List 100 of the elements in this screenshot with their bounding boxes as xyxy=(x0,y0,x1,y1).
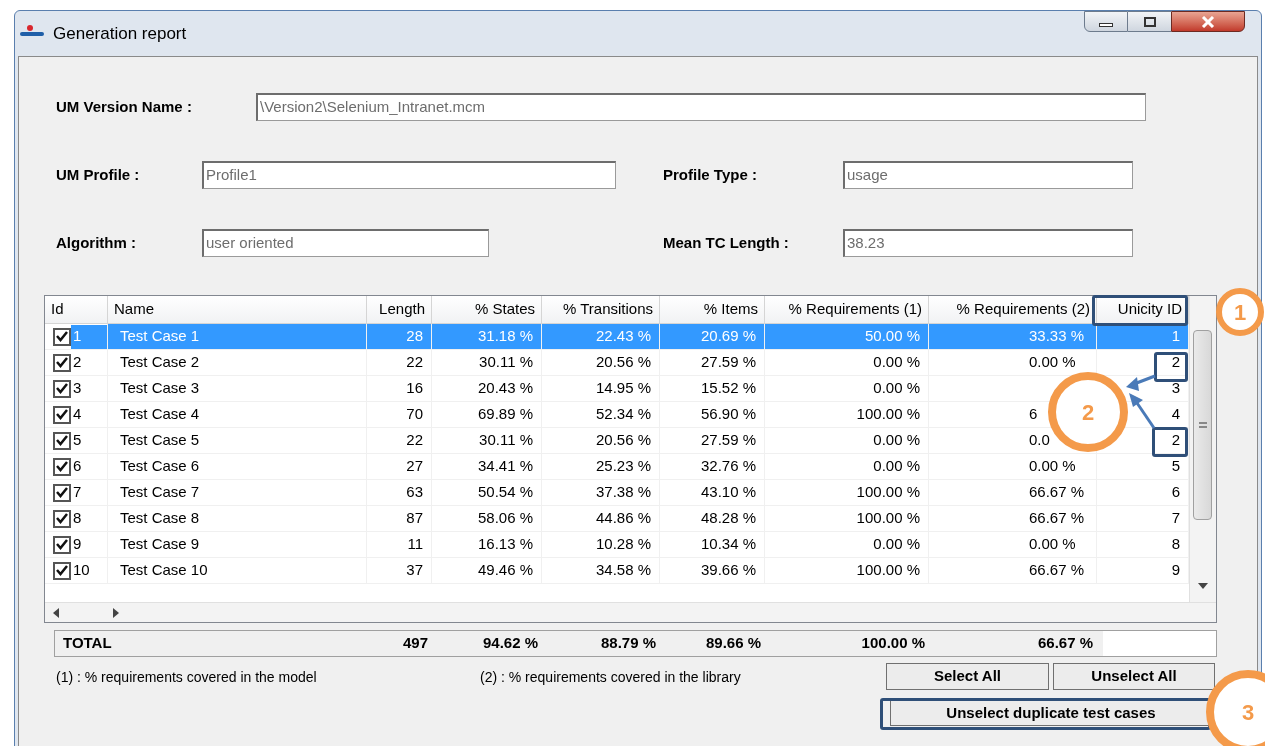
checkbox[interactable] xyxy=(53,483,71,502)
table-cell: 1 xyxy=(71,324,107,349)
table-cell-text: 30.11 % xyxy=(479,352,533,373)
table-cell-text: 6 xyxy=(1029,404,1038,425)
table-cell-text: 58.06 % xyxy=(477,508,533,529)
table-cell-text: 30.11 % xyxy=(479,430,533,451)
table-cell-text: 0.00 % xyxy=(873,456,920,477)
scrollbar-thumb[interactable] xyxy=(1193,330,1212,520)
total-value: 88.79 % xyxy=(599,633,657,654)
close-icon xyxy=(1201,15,1215,28)
table-cell-text: 0.00 % xyxy=(1029,534,1076,555)
text-field[interactable]: usage xyxy=(843,161,1133,189)
table-cell-text: 39.66 % xyxy=(700,560,756,581)
table-cell-text: 3 xyxy=(72,378,83,399)
vertical-scrollbar[interactable] xyxy=(1189,296,1216,602)
table-cell-text: 100.00 % xyxy=(856,404,920,425)
checkbox[interactable] xyxy=(53,457,71,476)
close-button[interactable] xyxy=(1171,11,1245,32)
table-cell-text: 15.52 % xyxy=(700,378,756,399)
table-cell-text: 100.00 % xyxy=(856,560,920,581)
text-field[interactable]: user oriented xyxy=(202,229,489,257)
table-cell-text: 34.41 % xyxy=(477,456,533,477)
total-label: TOTAL xyxy=(62,633,113,654)
table-cell-text: Test Case 10 xyxy=(120,560,208,581)
table-cell-text: Test Case 3 xyxy=(120,378,200,399)
minimize-button[interactable] xyxy=(1084,11,1128,32)
table-cell-text: 5 xyxy=(1171,456,1180,477)
unselect-all-button[interactable]: Unselect All xyxy=(1053,663,1215,690)
checkbox[interactable] xyxy=(53,327,71,346)
table-cell-text: 4 xyxy=(72,404,83,425)
table-row[interactable]: 8 Test Case 8 87 58.06 % 44.86 % 48.28 % 100.00 % 66.67 % 7 xyxy=(45,506,1189,532)
table-row[interactable]: 10 Test Case 10 37 49.46 % 34.58 % 39.66 % 100.00 % 66.67 % 9 xyxy=(45,558,1189,584)
text-field[interactable]: \Version2\Selenium_Intranet.mcm xyxy=(256,93,1146,121)
table-cell-text: 10.34 % xyxy=(700,534,756,555)
column-header[interactable]: % Transitions xyxy=(542,296,660,323)
table-cell-text: 2 xyxy=(1171,430,1180,451)
table-cell-text: 66.67 % xyxy=(1029,508,1085,529)
scroll-right-icon[interactable] xyxy=(113,607,119,618)
table-cell-text: 7 xyxy=(72,482,83,503)
window-title: Generation report xyxy=(53,23,187,45)
table-cell-text: 7 xyxy=(1171,508,1180,529)
checkbox[interactable] xyxy=(53,405,71,424)
total-value: 94.62 % xyxy=(481,633,539,654)
table-cell-text: 50.54 % xyxy=(477,482,533,503)
table-cell-text: Test Case 2 xyxy=(120,352,200,373)
checkbox[interactable] xyxy=(53,535,71,554)
text-field[interactable]: 38.23 xyxy=(843,229,1133,257)
scroll-left-icon[interactable] xyxy=(53,607,59,618)
table-row[interactable]: 9 Test Case 9 11 16.13 % 10.28 % 10.34 % 0.00 % 0.00 % 8 xyxy=(45,532,1189,558)
checkbox[interactable] xyxy=(53,379,71,398)
table-cell-text: Test Case 1 xyxy=(120,326,200,347)
table-row[interactable]: 2 Test Case 2 22 30.11 % 20.56 % 27.59 % 0.00 % 0.00 % 2 xyxy=(45,350,1189,376)
maximize-button[interactable] xyxy=(1128,11,1171,32)
field-label: Profile Type : xyxy=(663,164,758,185)
column-header[interactable]: % States xyxy=(432,296,542,323)
table-cell-text: 49.46 % xyxy=(477,560,533,581)
table-cell-text: 6 xyxy=(72,456,83,477)
text-field[interactable]: Profile1 xyxy=(202,161,616,189)
table-cell-text: 5 xyxy=(72,430,83,451)
table-cell-text: 28 xyxy=(406,326,423,347)
table-cell-text: 20.43 % xyxy=(477,378,533,399)
horizontal-scrollbar[interactable] xyxy=(45,602,1216,622)
column-header[interactable]: Length xyxy=(367,296,432,323)
table-cell-text: 70 xyxy=(406,404,423,425)
checkbox[interactable] xyxy=(53,509,71,528)
table-cell-text: 20.56 % xyxy=(595,352,651,373)
table-cell-text: Test Case 6 xyxy=(120,456,200,477)
table-cell-text: 25.23 % xyxy=(595,456,651,477)
table-cell-text: 0.0 xyxy=(1029,430,1050,451)
column-header[interactable]: Name xyxy=(108,296,367,323)
table-cell-text: 10.28 % xyxy=(595,534,651,555)
table-cell-text: 3 xyxy=(1171,378,1180,399)
table-cell-text: 32.76 % xyxy=(700,456,756,477)
column-header[interactable]: Id xyxy=(45,296,108,323)
checkbox[interactable] xyxy=(53,431,71,450)
table-row[interactable]: 7 Test Case 7 63 50.54 % 37.38 % 43.10 % 100.00 % 66.67 % 6 xyxy=(45,480,1189,506)
table-cell-text: 14.95 % xyxy=(595,378,651,399)
table-row[interactable]: 6 Test Case 6 27 34.41 % 25.23 % 32.76 % 0.00 % 0.00 % 5 xyxy=(45,454,1189,480)
table-cell-text: 0.00 % xyxy=(1029,456,1076,477)
column-header[interactable]: % Requirements (2) xyxy=(929,296,1097,323)
table-cell-text: 4 xyxy=(1171,404,1180,425)
scroll-down-icon[interactable] xyxy=(1198,583,1208,589)
table-cell-text: 69.89 % xyxy=(477,404,533,425)
table-cell-text: 22 xyxy=(406,352,423,373)
table-cell-text: 52.34 % xyxy=(595,404,651,425)
highlight-frame xyxy=(1154,352,1188,382)
total-value: 497 xyxy=(401,633,429,654)
table-cell-text: 11 xyxy=(407,534,423,555)
column-header[interactable]: % Requirements (1) xyxy=(765,296,929,323)
table-cell-text: 27.59 % xyxy=(700,430,756,451)
column-header[interactable]: % Items xyxy=(660,296,765,323)
checkbox[interactable] xyxy=(53,561,71,580)
table-cell-text: 6 xyxy=(1171,482,1180,503)
table-cell-text: Test Case 9 xyxy=(120,534,200,555)
footnote-text: (1) : % requirements covered in the model xyxy=(56,668,318,687)
table-cell-text: 66.67 % xyxy=(1029,560,1085,581)
table-cell-text: 16.13 % xyxy=(477,534,533,555)
checkbox[interactable] xyxy=(53,353,71,372)
select-all-button[interactable]: Select All xyxy=(886,663,1049,690)
app-icon xyxy=(19,24,45,38)
